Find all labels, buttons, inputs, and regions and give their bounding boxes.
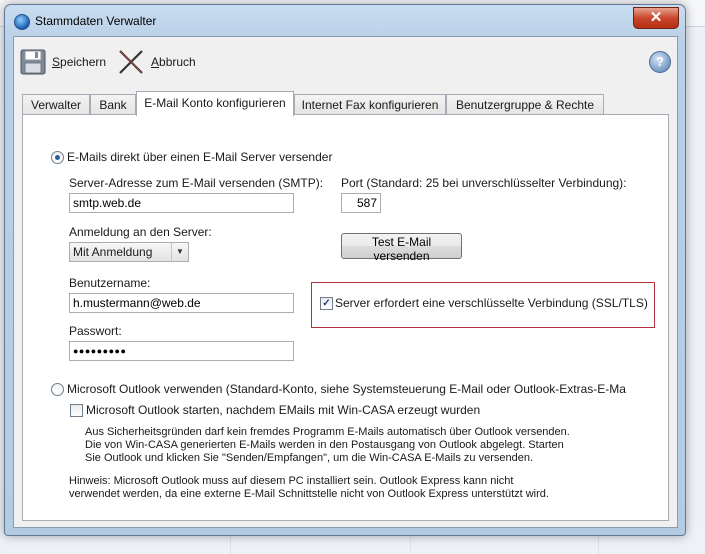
- login-select[interactable]: Mit Anmeldung ▼: [69, 242, 189, 262]
- outlook-info-line-1: Aus Sicherheitsgründen darf kein fremdes…: [85, 426, 570, 438]
- username-input[interactable]: [69, 293, 294, 313]
- cancel-label: Abbruch: [151, 55, 196, 69]
- outlook-start-checkbox[interactable]: [70, 404, 83, 417]
- password-label: Passwort:: [69, 324, 122, 338]
- help-icon[interactable]: ?: [649, 51, 671, 73]
- password-input[interactable]: ●●●●●●●●●: [69, 341, 294, 361]
- save-button[interactable]: Speichern: [20, 47, 106, 77]
- outlook-info-line-3: Sie Outlook und klicken Sie "Senden/Empf…: [85, 452, 534, 464]
- login-label: Anmeldung an den Server:: [69, 225, 212, 239]
- outlook-label: Microsoft Outlook verwenden (Standard-Ko…: [67, 382, 626, 396]
- cancel-button[interactable]: Abbruch: [117, 47, 196, 77]
- window-title: Stammdaten Verwalter: [35, 14, 157, 28]
- ssl-checkbox[interactable]: ✓: [320, 297, 333, 310]
- title-bar[interactable]: Stammdaten Verwalter ✕: [5, 5, 685, 35]
- test-email-button[interactable]: Test E-Mail versenden: [341, 233, 462, 263]
- outlook-info-line-2: Die von Win-CASA generierten E-Mails wer…: [85, 439, 564, 451]
- port-label: Port (Standard: 25 bei unverschlüsselter…: [341, 176, 627, 190]
- email-settings-panel: E-Mails direkt über einen E-Mail Server …: [22, 114, 669, 521]
- outlook-hint-line-2: verwendet werden, da eine externe E-Mail…: [69, 488, 549, 500]
- smtp-input[interactable]: [69, 193, 294, 213]
- direct-server-label: E-Mails direkt über einen E-Mail Server …: [67, 150, 333, 164]
- chevron-down-icon[interactable]: ▼: [171, 243, 188, 261]
- toolbar: Speichern Abbruch ?: [14, 37, 677, 87]
- cross-icon: [119, 50, 143, 74]
- app-icon: [14, 14, 30, 30]
- outlook-hint-line-1: Hinweis: Microsoft Outlook muss auf dies…: [69, 475, 514, 487]
- close-button[interactable]: ✕: [633, 7, 679, 29]
- outlook-radio[interactable]: [51, 383, 64, 396]
- direct-server-radio[interactable]: [51, 151, 64, 164]
- dialog-client-area: Speichern Abbruch ? Verwalter Bank E-Mai…: [13, 36, 678, 528]
- tab-verwalter[interactable]: Verwalter: [22, 94, 90, 115]
- login-select-value: Mit Anmeldung: [73, 245, 153, 259]
- ssl-label: Server erfordert eine verschlüsselte Ver…: [335, 296, 648, 310]
- outlook-start-label: Microsoft Outlook starten, nachdem EMail…: [86, 403, 481, 417]
- port-input[interactable]: [341, 193, 381, 213]
- username-label: Benutzername:: [69, 276, 151, 290]
- tab-internet-fax[interactable]: Internet Fax konfigurieren: [294, 94, 446, 115]
- smtp-label: Server-Adresse zum E-Mail versenden (SMT…: [69, 176, 324, 190]
- save-label: Speichern: [52, 55, 107, 69]
- close-icon: ✕: [649, 9, 663, 26]
- tab-benutzergruppe[interactable]: Benutzergruppe & Rechte: [446, 94, 604, 115]
- floppy-disk-icon: [20, 49, 46, 75]
- tab-bank[interactable]: Bank: [90, 94, 136, 115]
- dialog-window: Stammdaten Verwalter ✕ Speichern Abbruch…: [4, 4, 686, 536]
- tab-email-konto[interactable]: E-Mail Konto konfigurieren: [136, 91, 294, 116]
